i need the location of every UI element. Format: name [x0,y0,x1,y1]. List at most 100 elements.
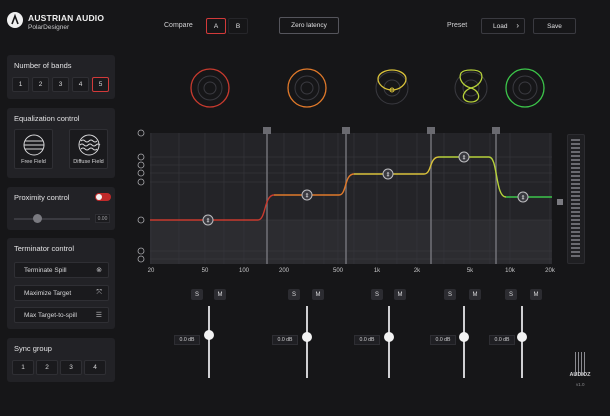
band-handle-3[interactable]: ⇕ [382,168,394,180]
toggle-knob [96,194,102,200]
bands-option-3[interactable]: 3 [52,77,69,92]
x-tick-1k: 1k [374,268,381,274]
mute-button-band-2[interactable]: M [312,289,324,300]
fader-track-band-5[interactable] [521,306,523,378]
omni-icon [137,216,145,224]
subcardioid-icon [137,178,145,186]
x-tick-200: 200 [279,268,290,274]
proximity-value[interactable]: 0.00 [95,214,110,223]
meter-bars [571,139,580,257]
divider-handle-3[interactable] [427,127,435,134]
svg-text:⇕: ⇕ [520,195,525,202]
solo-button-band-2[interactable]: S [288,289,300,300]
gain-value-band-3[interactable]: 0.0 dB [354,335,380,345]
preset-label: Preset [447,22,468,29]
fader-knob-band-1[interactable] [204,330,214,340]
free-field-label: Free Field [21,159,46,165]
proximity-slider-handle[interactable] [33,214,42,223]
terminate-spill-label: Terminate Spill [24,266,67,274]
bands-option-5[interactable]: 5 [92,77,109,92]
list-icon: ☰ [95,312,102,319]
polar-band-1[interactable] [190,68,230,108]
band-handle-4[interactable]: ⇕ [458,151,470,163]
band-handle-2[interactable]: ⇕ [301,189,313,201]
max-target-to-spill-label: Max Target-to-spill [24,311,77,319]
load-button[interactable]: Load › [481,18,525,34]
divider-handle-1[interactable] [263,127,271,134]
terminate-spill-button[interactable]: Terminate Spill ⊗ [14,262,109,278]
fader-track-band-4[interactable] [463,306,465,378]
sync-option-2[interactable]: 2 [36,360,58,375]
band-handle-1[interactable]: ⇕ [202,214,214,226]
mute-button-band-3[interactable]: M [394,289,406,300]
bands-panel: Number of bands 1 2 3 4 5 [7,55,115,99]
load-label: Load [493,22,508,30]
fader-knob-band-3[interactable] [384,332,394,342]
brand-name: AUSTRIAN AUDIO [28,13,105,23]
mute-button-band-4[interactable]: M [469,289,481,300]
bands-title: Number of bands [14,61,72,70]
gain-value-band-5[interactable]: 0.0 dB [489,335,515,345]
compare-label: Compare [164,22,193,29]
x-axis-labels: 20 50 100 200 500 1k 2k 5k 10k 20k [148,268,556,274]
solo-button-band-1[interactable]: S [191,289,203,300]
expand-icon: ⤧ [96,289,102,296]
bands-option-2[interactable]: 2 [32,77,49,92]
solo-button-band-5[interactable]: S [505,289,517,300]
diffuse-field-button[interactable]: Diffuse Field [69,129,108,169]
max-target-to-spill-button[interactable]: Max Target-to-spill ☰ [14,307,109,323]
free-field-button[interactable]: Free Field [14,129,53,169]
band-handle-5[interactable]: ⇕ [517,191,529,203]
mute-button-band-1[interactable]: M [214,289,226,300]
mute-button-band-5[interactable]: M [530,289,542,300]
divider-handle-2[interactable] [342,127,350,134]
gain-value-band-4[interactable]: 0.0 dB [430,335,456,345]
bands-option-4[interactable]: 4 [72,77,89,92]
supercardioid-icon [137,153,145,161]
x-tick-20: 20 [148,268,155,274]
polar-band-2[interactable] [287,68,327,108]
meter-marker[interactable] [557,199,563,205]
chevron-right-icon: › [516,21,519,30]
polar-band-5[interactable] [505,68,545,108]
rev-figure8-icon [137,255,145,263]
compare-a-button[interactable]: A [206,18,226,34]
save-button[interactable]: Save [533,18,576,34]
compare-b-button[interactable]: B [228,18,248,34]
eq-title: Equalization control [14,114,80,123]
fader-knob-band-4[interactable] [459,332,469,342]
fader-track-band-1[interactable] [208,306,210,378]
eq-graph[interactable]: ⇕ ⇕ ⇕ ⇕ ⇕ 20 50 100 200 500 1k 2k 5k 10k… [134,127,560,275]
x-tick-10k: 10k [505,268,516,274]
svg-text:⇕: ⇕ [304,193,309,200]
solo-button-band-4[interactable]: S [444,289,456,300]
proximity-title: Proximity control [14,193,70,202]
fader-knob-band-5[interactable] [517,332,527,342]
maximize-target-button[interactable]: Maximize Target ⤧ [14,285,109,301]
gain-value-band-1[interactable]: 0.0 dB [174,335,200,345]
version-text: v1.0 [576,382,585,387]
svg-text:⇕: ⇕ [385,172,390,179]
bands-option-1[interactable]: 1 [12,77,29,92]
proximity-toggle[interactable] [95,193,111,201]
fader-track-band-3[interactable] [388,306,390,378]
fader-knob-band-2[interactable] [302,332,312,342]
gain-value-band-2[interactable]: 0.0 dB [272,335,298,345]
zero-latency-button[interactable]: Zero latency [279,17,339,34]
fader-track-band-2[interactable] [306,306,308,378]
polar-band-4[interactable] [454,69,488,105]
audioz-logo: AUDIOZ v1.0 [566,352,594,388]
x-tick-500: 500 [333,268,344,274]
sync-title: Sync group [14,344,52,353]
sync-option-1[interactable]: 1 [12,360,34,375]
x-tick-2k: 2k [414,268,421,274]
polar-band-3[interactable] [375,69,409,105]
divider-handle-4[interactable] [492,127,500,134]
svg-text:⇕: ⇕ [461,155,466,162]
proximity-slider-track[interactable] [14,218,90,220]
sync-option-4[interactable]: 4 [84,360,106,375]
solo-button-band-3[interactable]: S [371,289,383,300]
terminator-title: Terminator control [14,244,75,253]
sync-option-3[interactable]: 3 [60,360,82,375]
eq-panel: Equalization control Free Field Diffuse … [7,108,115,178]
